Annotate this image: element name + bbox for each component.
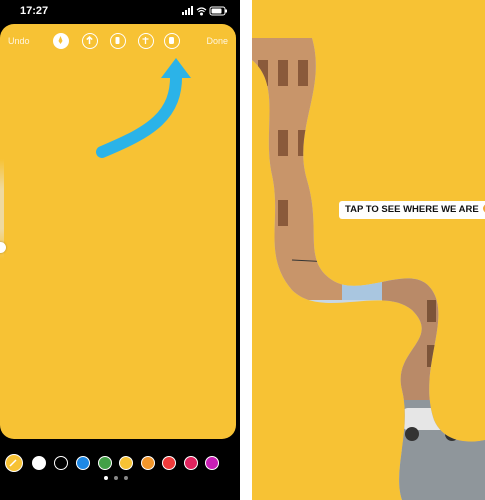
color-swatch-white[interactable] [32,456,46,470]
status-icons [182,6,227,16]
battery-icon [209,6,227,16]
sticker-text: TAP TO SEE WHERE WE ARE [345,204,479,215]
color-swatch-yellow[interactable] [119,456,133,470]
color-swatch-green[interactable] [98,456,112,470]
photo-reveal [252,38,485,500]
color-swatch-orange[interactable] [141,456,155,470]
status-bar: 17:27 [0,0,240,22]
annotation-arrow-icon [96,58,191,158]
page-dot [104,476,108,480]
color-swatch-purple[interactable] [205,456,219,470]
color-swatch-red[interactable] [162,456,176,470]
color-swatch-blue[interactable] [76,456,90,470]
status-time: 17:27 [20,5,49,17]
color-swatch-black[interactable] [54,456,68,470]
eyedropper-icon[interactable] [5,454,23,472]
wifi-icon [196,7,207,16]
tap-sticker[interactable]: TAP TO SEE WHERE WE ARE [339,201,485,219]
page-dot [124,476,128,480]
page-dot [114,476,118,480]
signal-icon [182,6,193,15]
street-photo [252,38,485,500]
drawing-canvas[interactable]: Undo Done [0,24,236,439]
color-swatch-pink[interactable] [184,456,198,470]
phone-screen: 17:27 Undo Done [0,0,240,500]
story-preview: TAP TO SEE WHERE WE ARE [252,0,485,500]
page-indicator [104,476,134,482]
